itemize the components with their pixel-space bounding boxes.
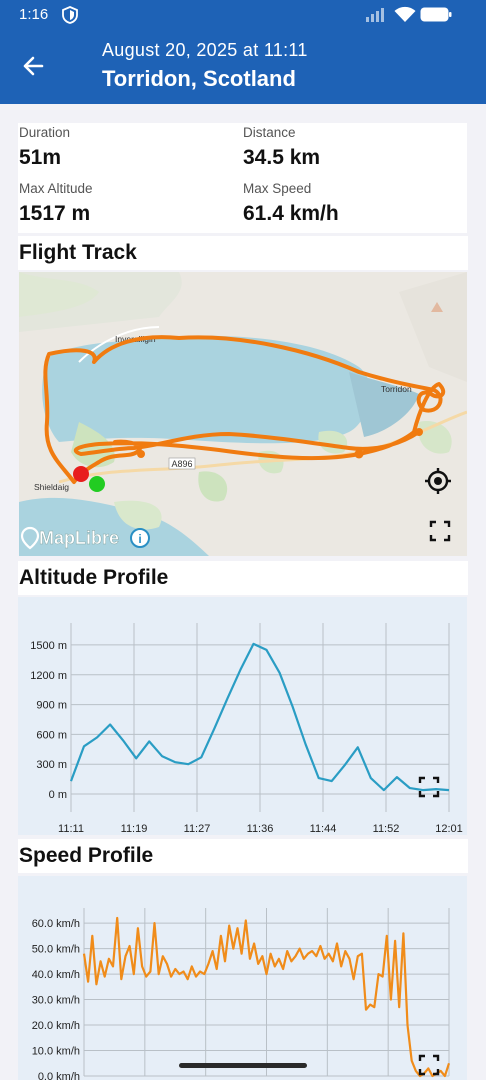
y-tick-label: 900 m — [36, 700, 67, 712]
y-tick-label: 0.0 km/h — [38, 1071, 80, 1080]
flight-location: Torridon, Scotland — [102, 66, 296, 91]
y-tick-label: 1200 m — [30, 670, 67, 682]
track-waypoint — [354, 449, 364, 459]
x-tick-label: 11:11 — [58, 823, 84, 835]
speed-chart[interactable]: 0.0 km/h 10.0 km/h 20.0 km/h 30.0 km/h 40.0 … — [18, 876, 467, 1080]
x-tick-label: 11:36 — [247, 823, 274, 835]
speed-chart-svg: 0.0 km/h 10.0 km/h 20.0 km/h 30.0 km/h 40.0 … — [32, 908, 451, 1080]
max-speed-value: 61.4 km/h — [243, 202, 339, 225]
y-tick-label: 0 m — [49, 789, 67, 801]
app-bar: August 20, 2025 at 11:11 Torridon, Scotl… — [0, 30, 486, 104]
chart-fullscreen-button[interactable] — [418, 776, 440, 798]
x-tick-label: 11:19 — [121, 823, 148, 835]
battery-icon — [420, 7, 452, 22]
flight-track-map[interactable]: A896 Inveralligin Torridon Shieldaig Map… — [19, 272, 467, 556]
x-tick-label: 11:52 — [373, 823, 400, 835]
svg-text:i: i — [138, 532, 141, 546]
altitude-profile-title: Altitude Profile — [18, 561, 468, 595]
altitude-chart-svg: 0 m 300 m 600 m 900 m 1200 m 1500 m 11:11 11:19… — [30, 623, 463, 835]
speed-profile-title: Speed Profile — [18, 839, 468, 873]
wifi-icon — [394, 6, 416, 22]
status-time: 1:16 — [19, 6, 49, 23]
y-tick-label: 600 m — [36, 729, 67, 741]
y-tick-label: 30.0 km/h — [32, 995, 80, 1007]
place-label-shieldaig: Shieldaig — [34, 482, 69, 492]
track-waypoint — [137, 450, 145, 458]
home-indicator[interactable] — [179, 1063, 307, 1068]
map-canvas: A896 Inveralligin Torridon Shieldaig Map… — [19, 272, 467, 556]
duration-value: 51m — [19, 146, 62, 169]
status-bar: 1:16 — [0, 0, 486, 30]
y-tick-label: 10.0 km/h — [32, 1046, 80, 1058]
x-tick-label: 12:01 — [435, 823, 463, 835]
distance-value: 34.5 km — [243, 146, 321, 169]
distance-label: Distance — [243, 125, 296, 140]
y-tick-label: 300 m — [36, 759, 67, 771]
shield-icon — [62, 6, 78, 24]
x-tick-label: 11:27 — [184, 823, 211, 835]
maplibre-logo-text: MapLibre — [39, 528, 119, 548]
y-tick-label: 20.0 km/h — [32, 1020, 80, 1032]
y-tick-label: 1500 m — [30, 640, 67, 652]
fullscreen-icon — [418, 776, 440, 798]
landing-marker[interactable] — [89, 476, 105, 492]
x-tick-label: 11:44 — [310, 823, 337, 835]
cell-signal-icon — [366, 8, 384, 22]
max-speed-label: Max Speed — [243, 181, 312, 196]
flight-date: August 20, 2025 at 11:11 — [102, 40, 308, 60]
altitude-chart[interactable]: 0 m 300 m 600 m 900 m 1200 m 1500 m 11:11 11:19… — [18, 597, 467, 835]
launch-marker[interactable] — [73, 466, 89, 482]
track-waypoint — [415, 428, 423, 436]
flight-track-title: Flight Track — [18, 236, 468, 270]
duration-label: Duration — [19, 125, 71, 140]
back-arrow-icon[interactable] — [16, 48, 52, 84]
y-tick-label: 50.0 km/h — [32, 944, 80, 956]
road-label: A896 — [171, 459, 192, 469]
max-altitude-label: Max Altitude — [19, 181, 93, 196]
y-tick-label: 40.0 km/h — [32, 969, 80, 981]
stats-card: Duration 51m Distance 34.5 km Max Altitu… — [18, 123, 467, 233]
max-altitude-value: 1517 m — [19, 202, 91, 225]
y-tick-label: 60.0 km/h — [32, 918, 80, 930]
